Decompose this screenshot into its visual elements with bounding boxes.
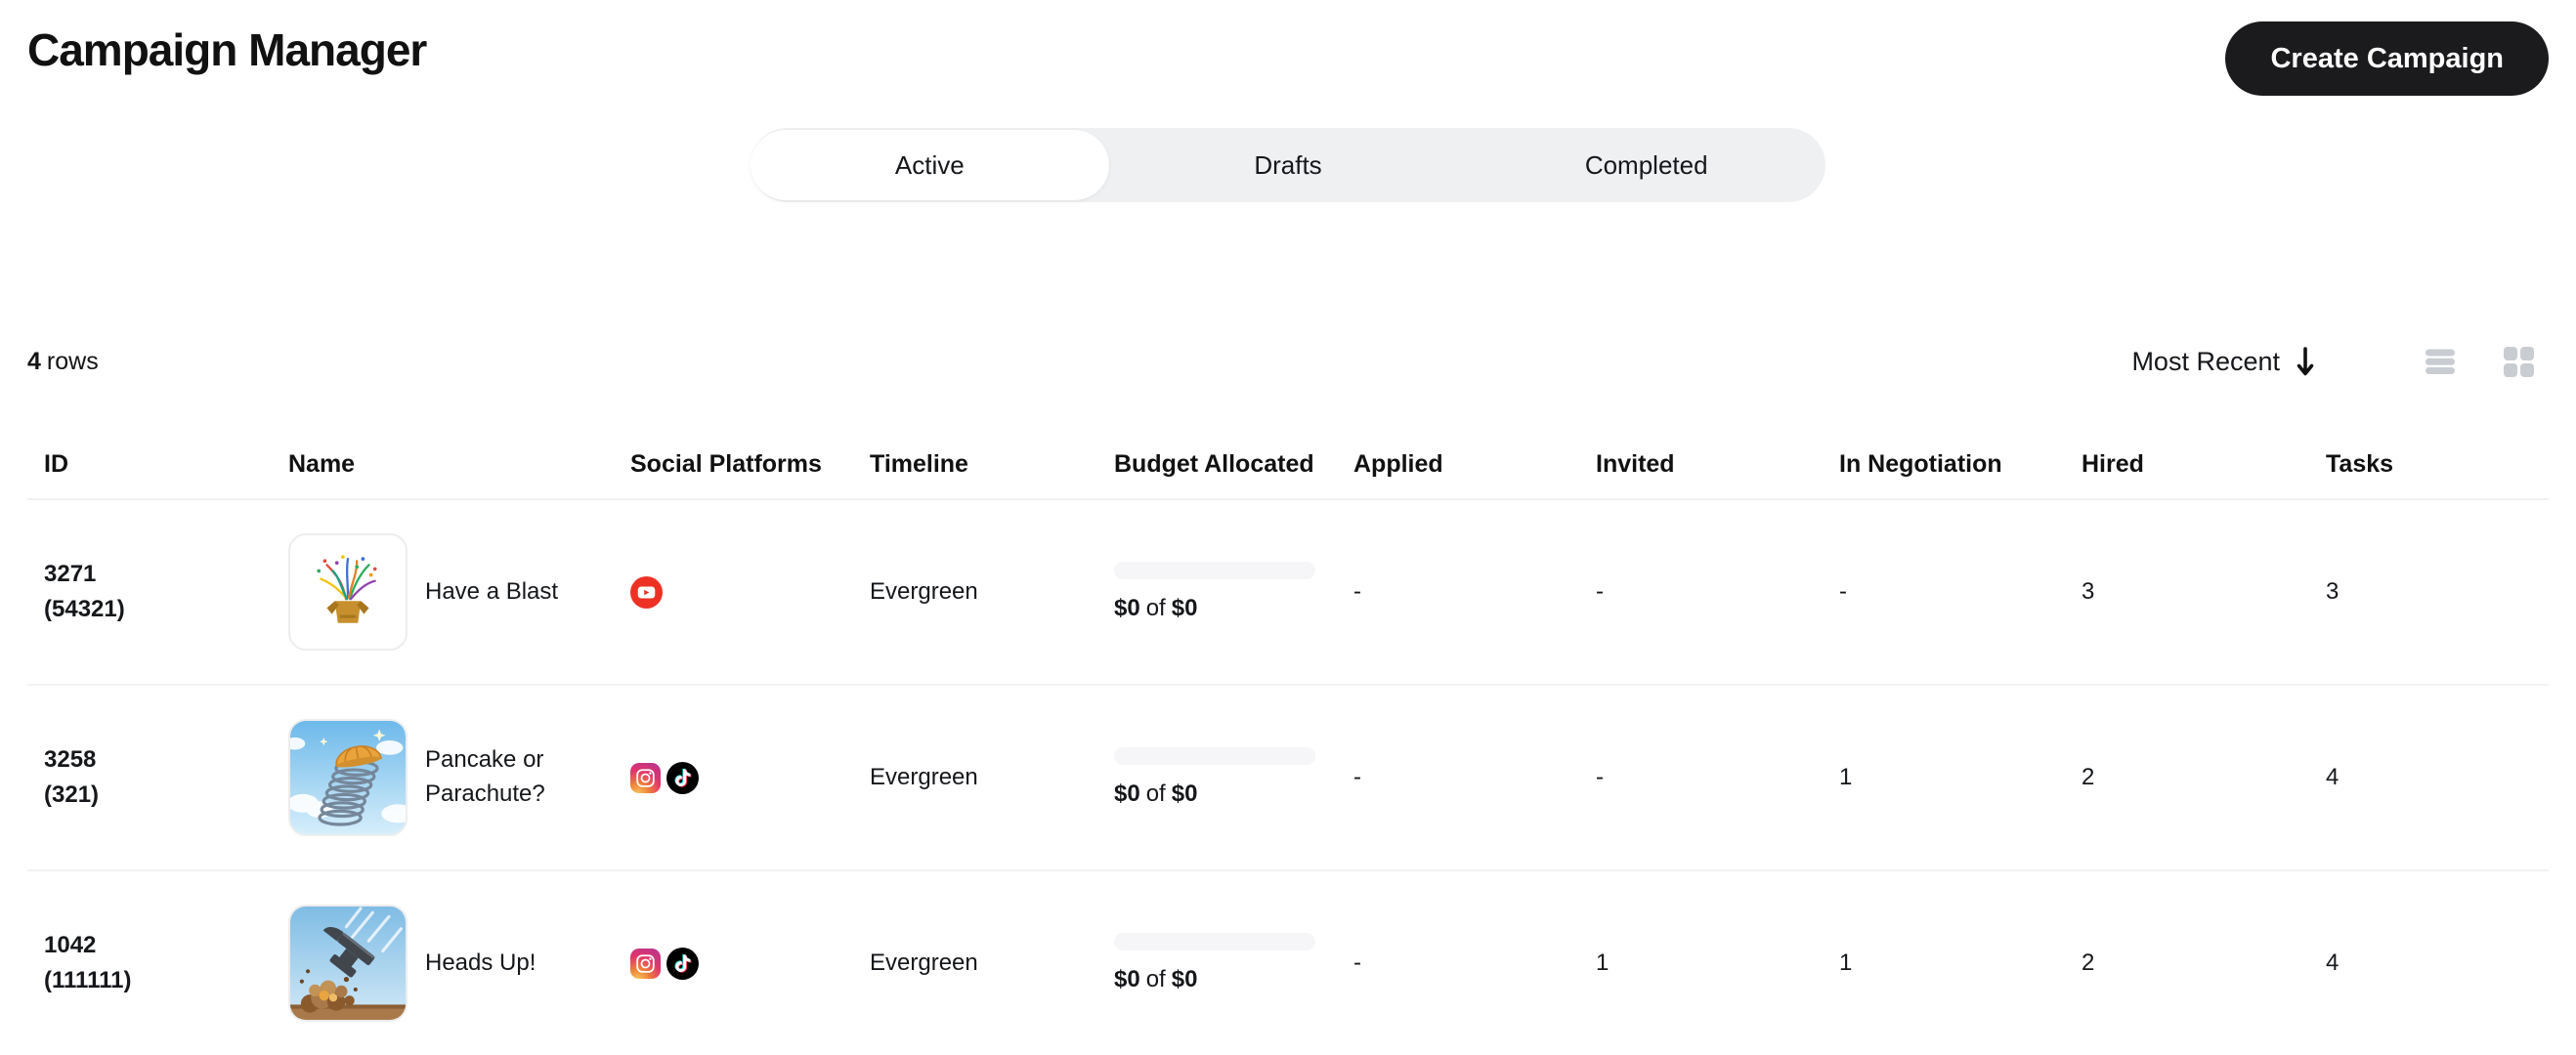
- budget-conjunction: of: [1145, 595, 1166, 621]
- campaign-name: Have a Blast: [425, 577, 559, 605]
- create-campaign-button[interactable]: Create Campaign: [2225, 21, 2549, 96]
- tab-completed[interactable]: Completed: [1467, 130, 1825, 200]
- social-platforms-cell: [614, 575, 853, 609]
- applied-cell: -: [1353, 764, 1361, 790]
- budget-cell: $0 of $0: [1097, 562, 1337, 622]
- tab-drafts[interactable]: Drafts: [1109, 130, 1468, 200]
- campaign-id: 3271: [44, 561, 97, 587]
- tasks-cell: 3: [2326, 578, 2340, 605]
- campaign-secondary-id: (111111): [44, 967, 132, 993]
- youtube-icon: [630, 575, 663, 609]
- invited-cell: -: [1596, 578, 1604, 605]
- in-negotiation-cell: 1: [1839, 764, 1853, 790]
- campaign-name: Heads Up!: [425, 949, 537, 976]
- campaign-secondary-id: (54321): [44, 596, 125, 622]
- budget-cell: $0 of $0: [1097, 747, 1337, 808]
- social-platforms-cell: [614, 761, 853, 794]
- campaigns-table: ID Name Social Platforms Timeline Budget…: [27, 430, 2549, 1055]
- applied-cell: -: [1353, 950, 1361, 976]
- column-header-hired: Hired: [2082, 449, 2144, 478]
- sort-control[interactable]: Most Recent: [2131, 346, 2315, 377]
- budget-spent: $0: [1114, 595, 1140, 621]
- column-header-applied: Applied: [1353, 449, 1443, 478]
- campaign-secondary-id: (321): [44, 781, 100, 808]
- budget-progress-bar: [1114, 562, 1315, 579]
- tiktok-icon: [666, 761, 699, 794]
- list-view-icon[interactable]: [2425, 346, 2456, 377]
- timeline-cell: Evergreen: [870, 764, 978, 790]
- budget-conjunction: of: [1145, 781, 1166, 807]
- budget-total: $0: [1171, 595, 1198, 621]
- column-header-name: Name: [288, 449, 356, 478]
- campaign-thumbnail: [288, 905, 408, 1022]
- in-negotiation-cell: -: [1839, 578, 1847, 605]
- budget-spent: $0: [1114, 781, 1140, 807]
- table-row[interactable]: 3258 (321) Pancake or Parachute? Evergre…: [27, 686, 2549, 871]
- tasks-cell: 4: [2326, 950, 2340, 976]
- table-row[interactable]: 1042 (111111) Heads Up! Evergreen $0 of …: [27, 871, 2549, 1055]
- column-header-budget-allocated: Budget Allocated: [1114, 449, 1314, 478]
- column-header-social-platforms: Social Platforms: [630, 449, 822, 478]
- campaign-name: Pancake or Parachute?: [425, 746, 545, 807]
- tasks-cell: 4: [2326, 764, 2340, 790]
- tab-active[interactable]: Active: [751, 130, 1109, 200]
- campaign-id-cell: 3258 (321): [27, 742, 272, 813]
- budget-total: $0: [1171, 966, 1198, 992]
- campaign-id: 3258: [44, 746, 97, 773]
- budget-cell: $0 of $0: [1097, 933, 1337, 993]
- table-header-row: ID Name Social Platforms Timeline Budget…: [27, 430, 2549, 500]
- budget-total: $0: [1171, 781, 1198, 807]
- campaign-id-cell: 3271 (54321): [27, 557, 272, 627]
- campaign-thumbnail: [288, 533, 408, 651]
- tiktok-icon: [666, 947, 699, 980]
- campaign-id-cell: 1042 (111111): [27, 928, 272, 998]
- row-count-label: rows: [46, 347, 99, 375]
- in-negotiation-cell: 1: [1839, 950, 1853, 976]
- row-count-number: 4: [27, 347, 41, 375]
- campaign-thumbnail: [288, 719, 408, 836]
- column-header-tasks: Tasks: [2326, 449, 2394, 478]
- column-header-id: ID: [44, 449, 68, 478]
- page-title: Campaign Manager: [27, 24, 427, 75]
- column-header-in-negotiation: In Negotiation: [1839, 449, 2002, 478]
- social-platforms-cell: [614, 947, 853, 980]
- table-controls: 4 rows Most Recent: [27, 338, 2549, 385]
- sort-label: Most Recent: [2131, 346, 2280, 376]
- invited-cell: -: [1596, 764, 1604, 790]
- hired-cell: 2: [2082, 764, 2095, 790]
- timeline-cell: Evergreen: [870, 578, 978, 605]
- hired-cell: 2: [2082, 950, 2095, 976]
- campaign-status-tabs: Active Drafts Completed: [751, 128, 1825, 202]
- campaign-name-cell: Pancake or Parachute?: [272, 719, 614, 836]
- table-row[interactable]: 3271 (54321) Have a Blast Evergreen $0 o…: [27, 500, 2549, 686]
- instagram-icon: [630, 762, 661, 793]
- campaign-id: 1042: [44, 932, 97, 958]
- grid-view-icon[interactable]: [2503, 346, 2535, 378]
- budget-conjunction: of: [1145, 966, 1166, 992]
- applied-cell: -: [1353, 578, 1361, 605]
- instagram-icon: [630, 948, 661, 979]
- column-header-invited: Invited: [1596, 449, 1675, 478]
- timeline-cell: Evergreen: [870, 950, 978, 976]
- row-count: 4 rows: [27, 348, 99, 376]
- sort-descending-arrow-icon: [2296, 346, 2315, 377]
- invited-cell: 1: [1596, 950, 1610, 976]
- hired-cell: 3: [2082, 578, 2095, 605]
- campaign-name-cell: Have a Blast: [272, 533, 614, 651]
- campaign-name-cell: Heads Up!: [272, 905, 614, 1022]
- budget-progress-bar: [1114, 747, 1315, 765]
- column-header-timeline: Timeline: [870, 449, 968, 478]
- budget-spent: $0: [1114, 966, 1140, 992]
- budget-progress-bar: [1114, 933, 1315, 950]
